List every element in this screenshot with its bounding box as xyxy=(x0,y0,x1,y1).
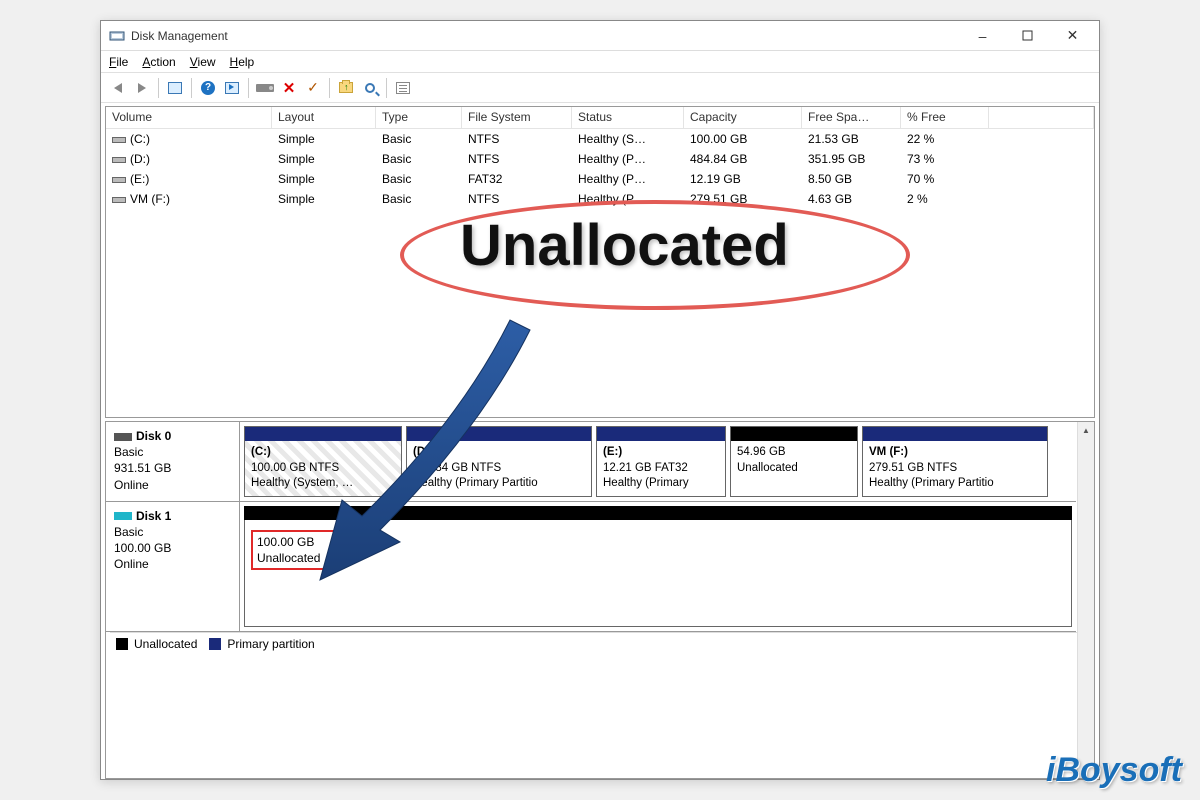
disk1-label[interactable]: Disk 1 Basic 100.00 GB Online xyxy=(106,502,240,631)
volume-row[interactable]: (D:)SimpleBasicNTFSHealthy (P…484.84 GB3… xyxy=(106,149,1094,169)
volume-icon xyxy=(112,177,126,183)
disk0-label[interactable]: Disk 0 Basic 931.51 GB Online xyxy=(106,422,240,501)
legend-primary: Primary partition xyxy=(227,637,314,651)
toolbar-search-button[interactable] xyxy=(359,77,381,99)
toolbar-delete-button[interactable]: ✕ xyxy=(278,77,300,99)
volume-list-header[interactable]: Volume Layout Type File System Status Ca… xyxy=(106,107,1094,129)
toolbar: ? ✕ ✓ xyxy=(101,73,1099,103)
minimize-button[interactable]: – xyxy=(960,21,1005,51)
volume-list[interactable]: Volume Layout Type File System Status Ca… xyxy=(105,106,1095,418)
disk1-size: 100.00 GB xyxy=(114,541,171,555)
scroll-up-button[interactable]: ▲ xyxy=(1078,422,1094,439)
disk-icon xyxy=(114,433,132,441)
toolbar-list-button[interactable] xyxy=(392,77,414,99)
volume-icon xyxy=(112,137,126,143)
partition[interactable]: (C:)100.00 GB NTFSHealthy (System, … xyxy=(244,426,402,497)
forward-button[interactable] xyxy=(131,77,153,99)
disk1-title: Disk 1 xyxy=(136,509,171,523)
toolbar-drive-button[interactable] xyxy=(254,77,276,99)
partition[interactable]: VM (F:)279.51 GB NTFSHealthy (Primary Pa… xyxy=(862,426,1048,497)
menu-file[interactable]: File xyxy=(109,55,128,69)
menu-help[interactable]: Help xyxy=(230,55,255,69)
menu-view[interactable]: View xyxy=(190,55,216,69)
col-layout[interactable]: Layout xyxy=(272,107,376,128)
col-status[interactable]: Status xyxy=(572,107,684,128)
partition[interactable]: (E:)12.21 GB FAT32Healthy (Primary xyxy=(596,426,726,497)
search-icon xyxy=(365,83,375,93)
menubar: File Action View Help xyxy=(101,51,1099,73)
drive-icon xyxy=(256,84,274,92)
close-button[interactable]: ✕ xyxy=(1050,21,1095,51)
annotation-red-box: 100.00 GB Unallocated xyxy=(251,530,340,570)
disk1-row[interactable]: Disk 1 Basic 100.00 GB Online 100.00 GB … xyxy=(106,502,1076,632)
volume-row[interactable]: (E:)SimpleBasicFAT32Healthy (P…12.19 GB8… xyxy=(106,169,1094,189)
titlebar[interactable]: Disk Management – ✕ xyxy=(101,21,1099,51)
window-title: Disk Management xyxy=(131,29,960,43)
volume-row[interactable]: (C:)SimpleBasicNTFSHealthy (S…100.00 GB2… xyxy=(106,129,1094,149)
col-fs[interactable]: File System xyxy=(462,107,572,128)
menu-action[interactable]: Action xyxy=(142,55,175,69)
question-icon: ? xyxy=(201,81,215,95)
disk1-unalloc-header xyxy=(244,506,1072,520)
folder-up-icon xyxy=(339,82,353,93)
scroll-down-button[interactable]: ▼ xyxy=(1078,761,1094,778)
disk-graphic-area: Disk 0 Basic 931.51 GB Online (C:)100.00… xyxy=(105,421,1095,779)
swatch-primary xyxy=(209,638,221,650)
disk1-unalloc-size: 100.00 GB xyxy=(257,535,314,549)
disk1-partition-strip: 100.00 GB Unallocated xyxy=(240,502,1076,631)
disk-icon xyxy=(114,512,132,520)
refresh-icon xyxy=(225,82,239,94)
partition[interactable]: (D:)484.84 GB NTFSHealthy (Primary Parti… xyxy=(406,426,592,497)
console-icon xyxy=(168,82,182,94)
col-volume[interactable]: Volume xyxy=(106,107,272,128)
arrow-left-icon xyxy=(114,83,122,93)
back-button[interactable] xyxy=(107,77,129,99)
disk0-state: Online xyxy=(114,478,149,492)
maximize-button[interactable] xyxy=(1005,21,1050,51)
legend-unallocated: Unallocated xyxy=(134,637,197,651)
col-free[interactable]: Free Spa… xyxy=(802,107,901,128)
col-pctfree[interactable]: % Free xyxy=(901,107,989,128)
toolbar-folder-up-button[interactable] xyxy=(335,77,357,99)
disk0-size: 931.51 GB xyxy=(114,461,171,475)
arrow-right-icon xyxy=(138,83,146,93)
legend: Unallocated Primary partition xyxy=(110,632,1090,656)
disk0-type: Basic xyxy=(114,445,143,459)
disk1-unalloc-partition[interactable]: 100.00 GB Unallocated xyxy=(244,520,1072,627)
partition-unallocated[interactable]: 54.96 GBUnallocated xyxy=(730,426,858,497)
list-icon xyxy=(396,82,410,94)
volume-icon xyxy=(112,157,126,163)
swatch-unallocated xyxy=(116,638,128,650)
col-type[interactable]: Type xyxy=(376,107,462,128)
x-icon: ✕ xyxy=(283,79,296,97)
disk0-partition-strip: (C:)100.00 GB NTFSHealthy (System, …(D:)… xyxy=(240,422,1076,501)
disk1-state: Online xyxy=(114,557,149,571)
vertical-scrollbar[interactable]: ▲ ▼ xyxy=(1077,422,1094,778)
disk1-type: Basic xyxy=(114,525,143,539)
app-icon xyxy=(109,28,125,44)
disk1-unalloc-label: Unallocated xyxy=(257,551,320,565)
disk0-row[interactable]: Disk 0 Basic 931.51 GB Online (C:)100.00… xyxy=(106,422,1076,502)
disk0-title: Disk 0 xyxy=(136,429,171,443)
toolbar-console-button[interactable] xyxy=(164,77,186,99)
volume-row[interactable]: VM (F:)SimpleBasicNTFSHealthy (P…279.51 … xyxy=(106,189,1094,209)
check-icon: ✓ xyxy=(307,79,319,96)
toolbar-check-button[interactable]: ✓ xyxy=(302,77,324,99)
toolbar-refresh-button[interactable] xyxy=(221,77,243,99)
col-capacity[interactable]: Capacity xyxy=(684,107,802,128)
disk-management-window: Disk Management – ✕ File Action View Hel… xyxy=(100,20,1100,780)
toolbar-help-button[interactable]: ? xyxy=(197,77,219,99)
volume-icon xyxy=(112,197,126,203)
